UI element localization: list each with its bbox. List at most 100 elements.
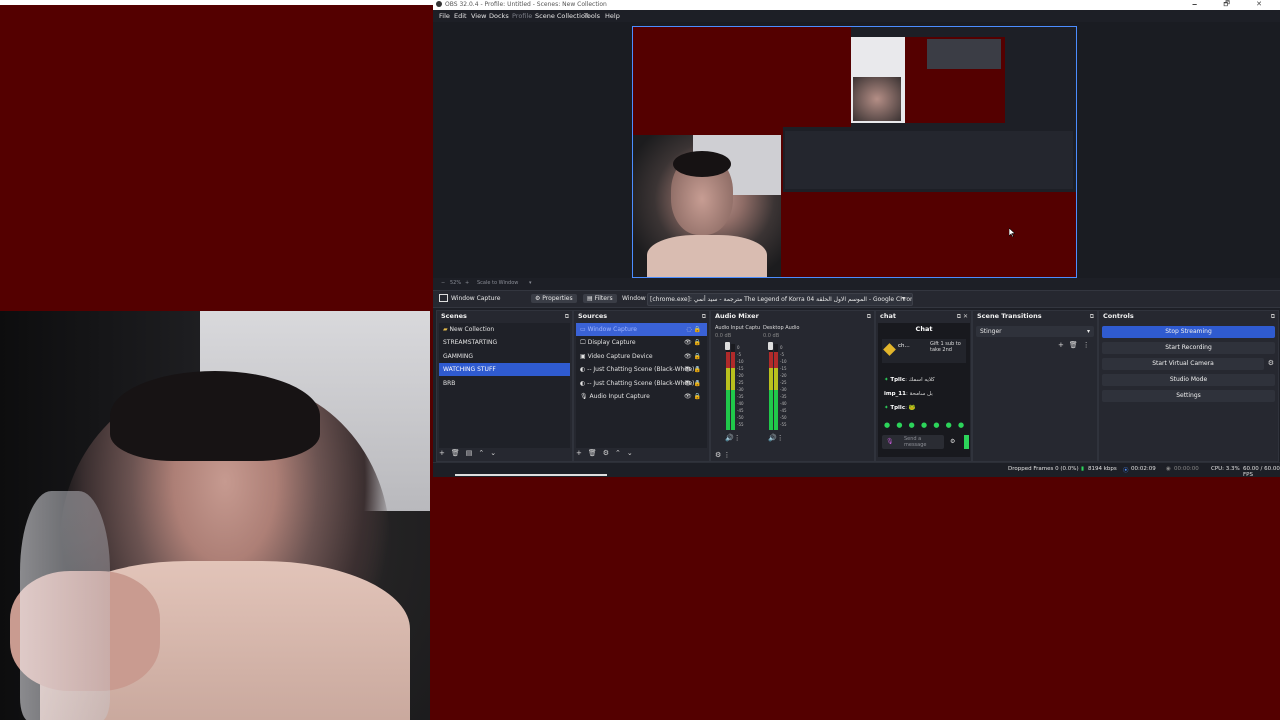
scene-item-brb[interactable]: BRB <box>439 377 570 390</box>
source-item-just-chatting-1[interactable]: ◐ -- Just Chatting Scene (Black-White) f… <box>576 363 707 376</box>
transition-toolbar[interactable]: +🗑⋮ <box>1058 341 1095 349</box>
scene-item-gamming[interactable]: GAMMING <box>439 350 570 363</box>
title-bar[interactable]: OBS 32.0.4 - Profile: Untitled - Scenes:… <box>433 0 1280 10</box>
gift-icon <box>883 343 896 356</box>
menu-help[interactable]: Help <box>605 12 620 20</box>
zoom-in-icon[interactable]: + <box>465 280 469 286</box>
menu-docks[interactable]: Docks <box>489 12 509 20</box>
dock-close-icon[interactable]: ⧉ ✕ <box>957 311 968 322</box>
mute-icon-2[interactable]: 🔊⋮ <box>768 434 784 442</box>
stream-icon: ⦿ <box>1123 468 1129 474</box>
add-scene-button[interactable]: + <box>439 449 451 457</box>
filters-button[interactable]: ▤ Filters <box>583 294 617 303</box>
scale-mode-select[interactable]: Scale to Window <box>477 280 518 286</box>
menu-edit[interactable]: Edit <box>454 12 467 20</box>
dock-undock-icon[interactable]: ⧉ <box>565 311 569 322</box>
scenes-title: Scenes <box>437 311 572 322</box>
remove-scene-button[interactable]: 🗑 <box>451 449 466 457</box>
window-select[interactable]: [chrome.exe]: مترجمة - سيد أنمي The Lege… <box>647 293 913 306</box>
mouse-cursor-icon <box>1008 227 1016 239</box>
zoom-level: 52% <box>450 280 462 286</box>
mixer-channel-2-db: 0.0 dB <box>763 333 780 339</box>
eye-icon[interactable]: 👁 🔒 <box>684 350 701 363</box>
chevron-down-icon[interactable]: ▾ <box>529 280 532 286</box>
gift-user: ch... <box>898 343 910 349</box>
move-down-button[interactable]: ⌄ <box>627 449 639 457</box>
settings-button[interactable]: Settings <box>1102 390 1275 402</box>
start-recording-button[interactable]: Start Recording <box>1102 342 1275 354</box>
source-item-video-capture[interactable]: ▣ Video Capture Device 👁 🔒 <box>576 350 707 363</box>
mixer-channel-1-name: Audio Input Captu <box>715 325 761 331</box>
menu-view[interactable]: View <box>471 12 486 20</box>
studio-mode-button[interactable]: Studio Mode <box>1102 374 1275 386</box>
preview-nested-obs-panels <box>785 131 1073 189</box>
scene-item-watching-stuff[interactable]: WATCHING STUFF <box>439 363 570 376</box>
add-source-button[interactable]: + <box>576 449 588 457</box>
scene-item-streamstarting[interactable]: STREAMSTARTING <box>439 336 570 349</box>
start-virtual-camera-button[interactable]: Start Virtual Camera <box>1102 358 1264 370</box>
obs-window: OBS 32.0.4 - Profile: Untitled - Scenes:… <box>433 0 1280 478</box>
chat-panel: Chat ch... Gift 1 sub to take 2nd ✦ Tpll… <box>878 323 970 457</box>
visibility-lock-icons[interactable]: ◌ 🔒 <box>686 323 701 336</box>
menu-tools[interactable]: Tools <box>584 12 600 20</box>
menu-bar: File Edit View Docks Profile Scene Colle… <box>433 10 1280 22</box>
transition-select[interactable]: Stinger ▾ <box>976 326 1094 337</box>
context-source-name: Window Capture <box>451 295 501 302</box>
dock-undock-icon[interactable]: ⧉ <box>1271 311 1275 322</box>
source-item-just-chatting-2[interactable]: ◐ -- Just Chatting Scene (Black-White) f… <box>576 377 707 390</box>
chat-send-button[interactable] <box>964 435 969 449</box>
properties-button[interactable]: ⚙ Properties <box>531 294 577 303</box>
mic-icon[interactable]: 🎙 <box>886 438 894 445</box>
scene-transitions-dock: Scene Transitions ⧉ Stinger ▾ +🗑⋮ <box>972 310 1098 462</box>
eye-icon[interactable]: 👁 🔒 <box>684 336 701 349</box>
mute-icon-1[interactable]: 🔊⋮ <box>725 434 741 442</box>
dropped-frames: Dropped Frames 0 (0.0%) <box>1008 466 1079 472</box>
menu-scene-collection[interactable]: Scene Collection <box>535 12 589 20</box>
mixer-scale-2: 0 -5 -10 -15 -20 -25 -30 -35 -40 -45 -50 -55 <box>780 345 787 427</box>
obs-logo-icon <box>436 1 442 7</box>
mixer-settings-icon[interactable]: ⚙ ⋮ <box>715 451 731 459</box>
meter-channel-2-r <box>774 344 778 430</box>
eye-icon[interactable]: 👁 🔒 <box>684 363 701 376</box>
move-up-button[interactable]: ⌃ <box>615 449 627 457</box>
volume-slider-1[interactable] <box>725 342 730 350</box>
webcam-feed <box>0 311 430 720</box>
preview-canvas[interactable] <box>632 26 1077 278</box>
chat-settings-icon[interactable]: ⚙ <box>950 438 955 445</box>
eye-icon[interactable]: 👁 🔒 <box>684 390 701 403</box>
window-label: Window <box>622 295 646 302</box>
menu-file[interactable]: File <box>439 12 450 20</box>
scene-item-new-collection[interactable]: ▰ New Collection <box>439 323 570 336</box>
eye-icon[interactable]: 👁 🔒 <box>684 377 701 390</box>
source-item-display-capture[interactable]: 🖵 Display Capture 👁 🔒 <box>576 336 707 349</box>
virtual-camera-gear-icon[interactable]: ⚙ <box>1268 359 1274 367</box>
source-properties-button[interactable]: ⚙ <box>603 449 615 457</box>
preview-area[interactable] <box>433 22 1280 278</box>
move-down-button[interactable]: ⌄ <box>490 449 502 457</box>
top-white-strip <box>0 0 436 5</box>
scroll-indicator <box>455 474 607 476</box>
source-item-audio-input[interactable]: 🎙 Audio Input Capture 👁 🔒 <box>576 390 707 403</box>
stop-streaming-button[interactable]: Stop Streaming <box>1102 326 1275 338</box>
window-select-chevron-icon[interactable]: ▾ <box>902 295 905 302</box>
zoom-out-icon[interactable]: − <box>441 280 445 286</box>
mixer-channel-2-name: Desktop Audio <box>763 325 800 331</box>
chevron-down-icon: ▾ <box>1086 328 1090 335</box>
move-up-button[interactable]: ⌃ <box>478 449 490 457</box>
dock-undock-icon[interactable]: ⧉ <box>702 311 706 322</box>
sources-title: Sources <box>574 311 709 322</box>
sources-toolbar: +🗑⚙⌃⌄ <box>576 448 639 459</box>
window-capture-icon <box>439 294 448 302</box>
dock-undock-icon[interactable]: ⧉ <box>867 311 871 322</box>
folder-icon: ▰ <box>443 326 448 333</box>
menu-profile[interactable]: Profile <box>512 12 532 20</box>
controls-dock: Controls ⧉ Stop Streaming Start Recordin… <box>1098 310 1279 462</box>
emote-row[interactable]: ● ● ● ● ● ● ● <box>884 421 966 429</box>
source-item-window-capture[interactable]: ▭ Window Capture ◌ 🔒 <box>576 323 707 336</box>
audio-mixer-title: Audio Mixer <box>711 311 874 322</box>
remove-source-button[interactable]: 🗑 <box>588 449 603 457</box>
chat-input[interactable]: 🎙 Send a message <box>882 435 944 449</box>
volume-slider-2[interactable] <box>768 342 773 350</box>
dock-undock-icon[interactable]: ⧉ <box>1090 311 1094 322</box>
scene-filters-button[interactable]: ▤ <box>466 449 479 457</box>
